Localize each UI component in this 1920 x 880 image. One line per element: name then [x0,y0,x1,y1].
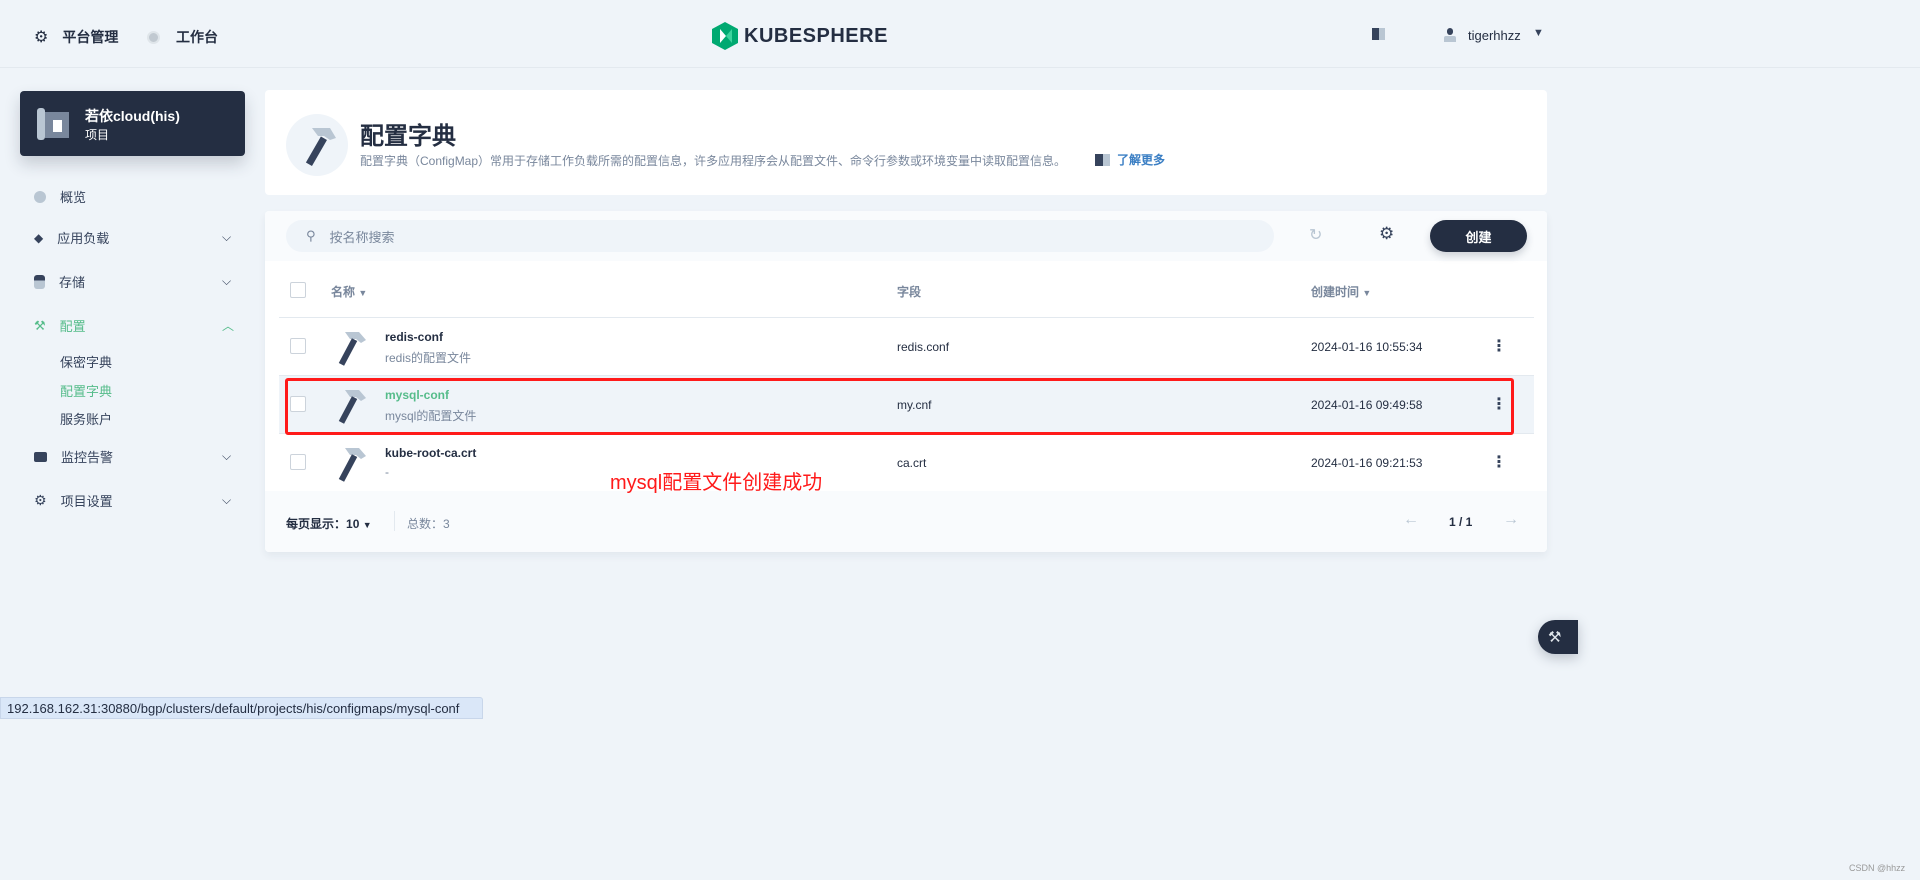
hammer-icon: ⚒ [34,317,46,333]
page-description: 配置字典（ConfigMap）常用于存储工作负载所需的配置信息，许多应用程序会从… [360,154,1067,168]
table-row[interactable]: redis-conf redis的配置文件 redis.conf 2024-01… [279,318,1534,376]
sidebar-sub-secrets[interactable]: 保密字典 [60,352,112,371]
project-card[interactable]: 若依cloud(his) 项目 [20,91,245,156]
more-menu-icon[interactable]: ⋮ [1491,452,1507,472]
toolbar: ⚲ 按名称搜索 ↻ ⚙ 创建 [265,211,1547,261]
select-all-checkbox[interactable] [290,282,306,298]
configmap-description: - [385,465,389,479]
configmap-field: ca.crt [897,456,927,470]
sidebar-label: 存储 [59,275,86,290]
configmap-description: redis的配置文件 [385,351,472,365]
user-menu[interactable]: tigerhhzz [1468,28,1521,43]
chevron-down-icon: ⌵ [222,449,232,463]
refresh-icon[interactable]: ↻ [1309,225,1322,245]
learn-more-label: 了解更多 [1117,153,1166,167]
sidebar-sub-serviceaccounts[interactable]: 服务账户 [60,409,112,428]
more-menu-icon[interactable]: ⋮ [1491,336,1507,356]
caret-down-icon[interactable]: ▼ [1533,27,1544,39]
search-icon: ⚲ [306,228,316,243]
gear-icon[interactable]: ⚙ [1379,224,1394,244]
page-banner: 配置字典 配置字典（ConfigMap）常用于存储工作负载所需的配置信息，许多应… [265,90,1547,195]
project-name: 若依cloud(his) [85,108,180,124]
workbench-label: 工作台 [176,29,218,45]
page-title: 配置字典 [360,123,456,150]
sidebar-label: 应用负载 [57,231,110,246]
sidebar-label: 监控告警 [61,450,114,465]
gear-icon: ⚙ [34,29,49,46]
created-time: 2024-01-16 09:21:53 [1311,456,1423,470]
layers-icon: ◆ [34,230,44,245]
page-indicator: 1 / 1 [1449,515,1473,529]
sidebar-item-config[interactable]: ⚒ 配置 ︿ [34,316,234,335]
kubesphere-logo[interactable]: KUBESPHERE [712,22,888,50]
sidebar-label: 项目设置 [60,494,113,509]
chevron-up-icon: ︿ [222,319,235,333]
highlight-box [285,378,1514,435]
sidebar-item-storage[interactable]: 存储 ⌵ [34,272,234,291]
next-page-icon[interactable]: → [1503,511,1519,529]
dashboard-icon [147,30,160,44]
prev-page-icon[interactable]: ← [1403,511,1419,529]
learn-more-link[interactable]: 了解更多 [1095,151,1165,168]
hammer-icon [286,114,348,176]
sidebar-label: 配置 [59,319,86,334]
table-row[interactable]: kube-root-ca.crt - ca.crt 2024-01-16 09:… [279,434,1534,492]
user-icon [1444,28,1456,42]
divider [394,511,395,531]
watermark: CSDN @hhzz [1849,863,1906,873]
configmap-name[interactable]: redis-conf [385,330,443,344]
configmap-hammer-icon [338,332,366,366]
sidebar-item-monitoring[interactable]: 监控告警 ⌵ [34,447,234,466]
search-placeholder: 按名称搜索 [329,229,395,245]
created-time: 2024-01-16 10:55:34 [1311,340,1423,354]
sidebar-item-workloads[interactable]: ◆ 应用负载 ⌵ [34,228,234,247]
page-size-select[interactable]: 每页显示：10 ▼ [286,515,372,532]
project-icon [37,108,69,140]
sidebar-label: 概览 [60,190,87,205]
gear-icon: ⚙ [34,492,47,508]
chevron-down-icon: ⌵ [222,493,232,507]
book-icon [1095,153,1111,166]
toolbox-button[interactable]: ⚒ [1538,620,1578,654]
pagination-bar: 每页显示：10 ▼ 总数：3 ← 1 / 1 → [265,491,1547,552]
docs-icon[interactable] [1372,28,1386,40]
sort-caret-icon: ▼ [358,288,368,298]
workbench-nav[interactable]: 工作台 [147,27,218,47]
search-input[interactable]: ⚲ 按名称搜索 [286,220,1274,252]
platform-label: 平台管理 [62,29,119,45]
database-icon [34,274,45,289]
row-checkbox[interactable] [290,338,306,354]
dashboard-icon [34,190,46,203]
column-name[interactable]: 名称 ▼ [331,283,367,300]
configmap-hammer-icon [338,448,366,482]
sort-caret-icon: ▼ [1362,288,1372,298]
table-header: 名称 ▼ 字段 创建时间 ▼ [279,262,1534,318]
status-url-bar: 192.168.162.31:30880/bgp/clusters/defaul… [0,697,483,719]
kubesphere-logo-icon [712,22,738,50]
sidebar-item-settings[interactable]: ⚙ 项目设置 ⌵ [34,491,234,510]
column-field: 字段 [897,285,922,299]
configmap-name[interactable]: kube-root-ca.crt [385,446,476,460]
caret-down-icon: ▼ [362,520,372,530]
create-button[interactable]: 创建 [1430,220,1527,252]
sidebar-item-overview[interactable]: 概览 [34,187,234,206]
logo-text: KUBESPHERE [744,24,888,47]
chevron-down-icon: ⌵ [222,230,232,244]
platform-nav[interactable]: ⚙ 平台管理 [34,27,118,47]
sidebar-sub-configmaps[interactable]: 配置字典 [60,381,112,400]
annotation-text: mysql配置文件创建成功 [610,472,823,494]
total-count: 总数：3 [407,517,450,531]
top-header [0,0,1920,68]
row-checkbox[interactable] [290,454,306,470]
column-created[interactable]: 创建时间 ▼ [1311,283,1371,300]
configmap-field: redis.conf [897,340,950,354]
monitor-icon [34,451,47,462]
chevron-down-icon: ⌵ [222,274,232,288]
project-type: 项目 [85,128,110,142]
hammer-icon: ⚒ [1548,629,1562,646]
